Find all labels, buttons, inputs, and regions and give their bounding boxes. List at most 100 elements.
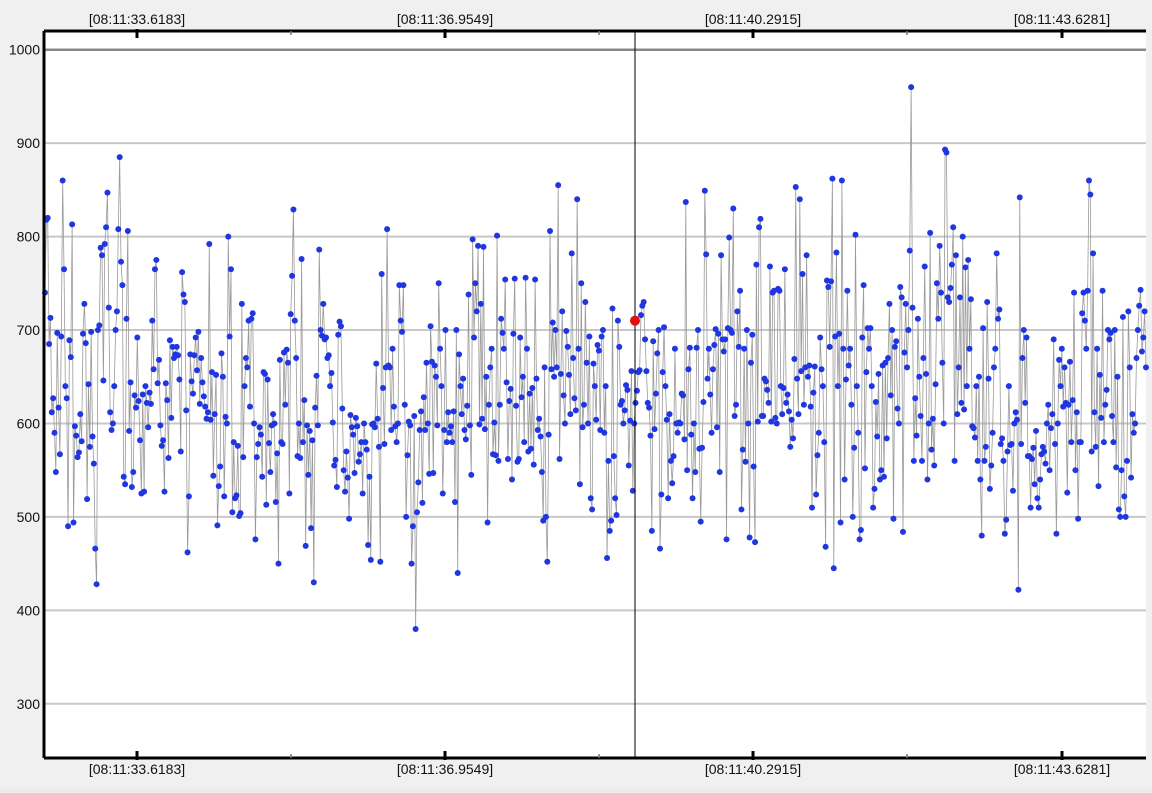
data-point <box>166 337 173 344</box>
data-point <box>642 336 649 343</box>
data-point <box>367 556 374 563</box>
data-point <box>458 411 465 418</box>
data-point <box>453 327 460 334</box>
data-point <box>815 429 822 436</box>
data-point <box>1111 327 1118 334</box>
data-point <box>795 411 802 418</box>
data-point <box>938 289 944 296</box>
data-point <box>674 429 681 436</box>
data-point <box>1033 427 1040 434</box>
data-point <box>108 427 115 434</box>
data-point <box>234 442 241 449</box>
data-point <box>977 476 984 483</box>
data-point <box>616 343 623 350</box>
data-point <box>575 345 582 352</box>
data-point <box>528 445 535 452</box>
data-point <box>689 495 696 502</box>
scatter-chart[interactable]: 300 400 500 600 700 800 900 1000 [08:11:33.6183… <box>0 0 1152 788</box>
data-point <box>492 452 499 459</box>
data-point <box>101 241 108 248</box>
data-point <box>893 338 900 345</box>
data-point <box>547 227 554 234</box>
data-point <box>299 439 306 446</box>
data-point <box>1090 250 1097 257</box>
data-point <box>134 334 141 341</box>
data-point <box>780 384 787 391</box>
data-point <box>469 236 476 243</box>
data-point <box>951 457 958 464</box>
data-point <box>1094 345 1101 352</box>
data-point <box>352 414 359 421</box>
data-point <box>365 541 372 548</box>
data-point <box>180 291 187 298</box>
data-point <box>473 308 480 315</box>
data-point <box>1001 530 1008 537</box>
data-point <box>494 232 501 239</box>
data-point <box>483 373 490 380</box>
data-point <box>648 527 655 534</box>
data-point <box>176 376 183 383</box>
data-point <box>274 450 281 457</box>
data-point <box>523 345 530 352</box>
data-point <box>500 345 507 352</box>
data-point <box>65 523 72 530</box>
data-point <box>325 352 332 359</box>
data-point <box>568 250 575 257</box>
data-point <box>461 427 468 434</box>
data-point <box>742 458 749 465</box>
data-point <box>466 422 473 429</box>
data-point <box>1096 371 1103 378</box>
data-point <box>313 372 320 379</box>
data-point <box>685 366 692 373</box>
data-point <box>810 389 817 396</box>
data-point <box>411 412 418 419</box>
highlighted-point[interactable] <box>630 315 640 326</box>
data-point <box>1079 310 1086 317</box>
data-point <box>688 431 695 438</box>
data-point <box>420 394 427 401</box>
data-point <box>304 422 311 429</box>
data-point <box>485 401 492 408</box>
data-point <box>126 427 133 434</box>
data-point <box>327 383 334 390</box>
data-point <box>207 416 214 423</box>
data-point <box>677 420 684 427</box>
data-point <box>84 496 91 503</box>
data-point <box>593 416 600 423</box>
data-point <box>578 280 585 287</box>
data-point <box>1122 513 1129 520</box>
data-point <box>606 527 613 534</box>
data-point <box>431 362 438 369</box>
data-point <box>261 370 268 377</box>
data-point <box>943 149 950 156</box>
data-point <box>652 390 659 397</box>
data-point <box>1004 448 1011 455</box>
data-point <box>532 276 539 283</box>
data-point <box>456 351 463 358</box>
data-point <box>1069 397 1076 404</box>
data-point <box>93 581 100 588</box>
data-point <box>386 364 393 371</box>
data-point <box>270 411 277 418</box>
data-point <box>1113 464 1120 471</box>
data-point <box>252 536 259 543</box>
y-tick-label: 700 <box>17 322 41 338</box>
data-point <box>734 308 741 315</box>
data-point <box>475 242 482 249</box>
data-point <box>177 448 184 455</box>
data-point <box>378 270 385 277</box>
data-point <box>654 350 661 357</box>
data-point <box>572 407 579 414</box>
data-point <box>1047 425 1054 432</box>
data-point <box>772 414 779 421</box>
data-point <box>446 429 453 436</box>
data-point <box>412 626 419 633</box>
data-point <box>308 525 315 532</box>
data-point <box>1012 409 1019 416</box>
data-point <box>788 416 795 423</box>
data-point <box>898 294 905 301</box>
data-point <box>375 443 382 450</box>
data-point <box>925 420 932 427</box>
data-point <box>462 436 469 443</box>
data-point <box>381 441 388 448</box>
